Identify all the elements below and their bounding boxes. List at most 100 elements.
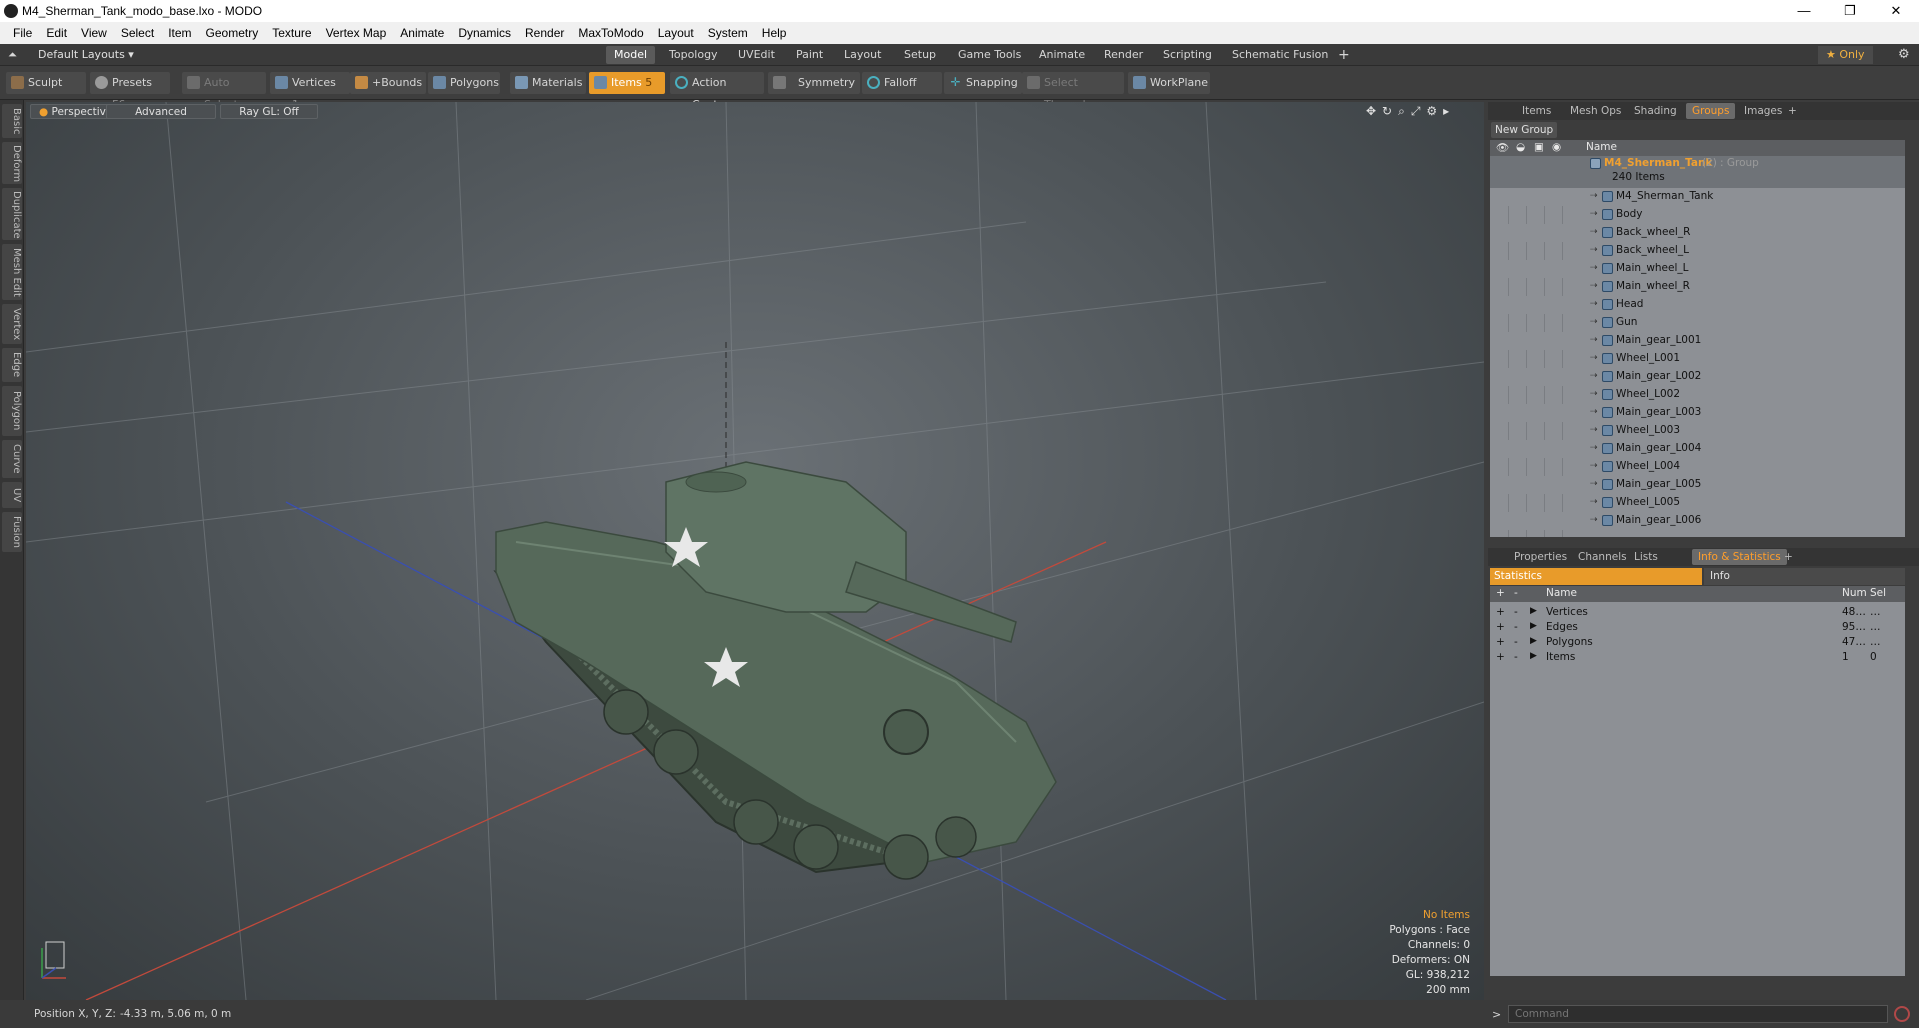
snapping-button[interactable]: ✛ Snapping: [944, 72, 1022, 94]
menu-view[interactable]: View: [74, 26, 114, 40]
list-item[interactable]: ⇢ Main_gear_L004: [1490, 440, 1905, 458]
tab-edge[interactable]: Edge: [2, 348, 22, 382]
list-item[interactable]: ⇢ Wheel_L004: [1490, 458, 1905, 476]
tab-deform[interactable]: Deform: [2, 142, 22, 184]
menu-geometry[interactable]: Geometry: [199, 26, 266, 40]
list-item[interactable]: ⇢ Main_gear_L005: [1490, 476, 1905, 494]
add-panel-tab-button[interactable]: +: [1782, 103, 1803, 119]
auto-select-button[interactable]: Auto Select: [182, 72, 266, 111]
row-minus-button[interactable]: -: [1514, 651, 1518, 663]
tab-lists[interactable]: Lists: [1628, 549, 1664, 565]
sculpt-button[interactable]: Sculpt: [6, 72, 86, 94]
vertices-button[interactable]: Vertices 1: [270, 72, 350, 111]
bounds-button[interactable]: +Bounds: [350, 72, 426, 94]
row-expand-icon[interactable]: ▶: [1530, 636, 1537, 646]
items-button[interactable]: Items 5: [589, 72, 665, 94]
row-expand-icon[interactable]: ▶: [1530, 606, 1537, 616]
tab-vertex[interactable]: Vertex: [2, 304, 22, 344]
menu-texture[interactable]: Texture: [265, 26, 318, 40]
menu-file[interactable]: File: [6, 26, 39, 40]
tab-game-tools[interactable]: Game Tools: [950, 46, 1029, 64]
menu-maxtomodo[interactable]: MaxToModo: [571, 26, 650, 40]
viewport-nav-icons[interactable]: ✥↻⌕⤢⚙▸: [1366, 104, 1455, 119]
select-through-button[interactable]: Select Through: [1022, 72, 1124, 111]
tab-mesh-edit[interactable]: Mesh Edit: [2, 244, 22, 300]
list-item[interactable]: ⇢ Wheel_L005: [1490, 494, 1905, 512]
3d-viewport[interactable]: ● Perspective Advanced Ray GL: Off ✥↻⌕⤢⚙…: [26, 102, 1484, 1000]
tab-duplicate[interactable]: Duplicate: [2, 188, 22, 240]
menu-dynamics[interactable]: Dynamics: [451, 26, 518, 40]
list-item[interactable]: ⇢ Main_wheel_R: [1490, 278, 1905, 296]
table-row[interactable]: + - ▶ Items 1 0: [1490, 649, 1905, 667]
row-plus-button[interactable]: +: [1496, 636, 1505, 648]
menu-layout[interactable]: Layout: [651, 26, 701, 40]
list-item[interactable]: ⇢ Main_gear_L003: [1490, 404, 1905, 422]
info-subtab[interactable]: Info: [1704, 568, 1905, 585]
command-input[interactable]: [1508, 1005, 1888, 1023]
tab-images[interactable]: Images: [1738, 103, 1788, 119]
row-plus-button[interactable]: +: [1496, 651, 1505, 663]
list-item[interactable]: ⇢ Wheel_L001: [1490, 350, 1905, 368]
row-minus-button[interactable]: -: [1514, 606, 1518, 618]
gear-icon[interactable]: ⚙: [1890, 46, 1918, 64]
falloff-button[interactable]: Falloff: [862, 72, 942, 94]
menu-select[interactable]: Select: [114, 26, 161, 40]
list-item[interactable]: ⇢ Gun: [1490, 314, 1905, 332]
tab-curve[interactable]: Curve: [2, 440, 22, 478]
menu-help[interactable]: Help: [755, 26, 794, 40]
menu-render[interactable]: Render: [518, 26, 571, 40]
tab-schematic-fusion[interactable]: Schematic Fusion: [1224, 46, 1336, 64]
menu-edit[interactable]: Edit: [39, 26, 74, 40]
list-item[interactable]: ⇢ Body: [1490, 206, 1905, 224]
add-props-tab-button[interactable]: +: [1778, 549, 1799, 565]
only-toggle[interactable]: ★ Only: [1818, 46, 1873, 64]
tab-animate[interactable]: Animate: [1031, 46, 1093, 64]
list-item[interactable]: ⇢ Head: [1490, 296, 1905, 314]
tab-render[interactable]: Render: [1096, 46, 1151, 64]
symmetry-button[interactable]: Symmetry: [768, 72, 860, 94]
polygons-button[interactable]: Polygons: [428, 72, 500, 94]
row-minus-button[interactable]: -: [1514, 621, 1518, 633]
tab-groups[interactable]: Groups: [1686, 103, 1736, 119]
list-item[interactable]: ⇢ Main_gear_L001: [1490, 332, 1905, 350]
list-item[interactable]: ⇢ Wheel_L002: [1490, 386, 1905, 404]
row-expand-icon[interactable]: ▶: [1530, 651, 1537, 661]
render-column-icon[interactable]: ◒: [1516, 141, 1525, 153]
tab-uvedit[interactable]: UVEdit: [730, 46, 783, 64]
tab-basic[interactable]: Basic: [2, 104, 22, 138]
collapse-all-button[interactable]: -: [1514, 587, 1518, 599]
tab-items[interactable]: Items: [1516, 103, 1557, 119]
tab-properties[interactable]: Properties: [1508, 549, 1573, 565]
tab-model[interactable]: Model: [606, 46, 656, 64]
name-column-header[interactable]: Name: [1586, 141, 1617, 153]
layout-collapse-icon[interactable]: ⏶: [8, 48, 17, 62]
layout-dropdown[interactable]: Default Layouts ▾: [38, 48, 134, 61]
tab-scripting[interactable]: Scripting: [1155, 46, 1220, 64]
list-item[interactable]: ⇢ M4_Sherman_Tank: [1490, 188, 1905, 206]
add-tab-button[interactable]: +: [1330, 46, 1358, 64]
tab-paint[interactable]: Paint: [788, 46, 831, 64]
new-group-button[interactable]: New Group: [1491, 122, 1558, 138]
statistics-subtab[interactable]: Statistics: [1490, 568, 1702, 585]
tab-shading[interactable]: Shading: [1628, 103, 1683, 119]
tab-fusion[interactable]: Fusion: [2, 512, 22, 552]
presets-button[interactable]: Presets F6: [90, 72, 170, 111]
list-item[interactable]: ⇢ Back_wheel_L: [1490, 242, 1905, 260]
materials-button[interactable]: Materials: [510, 72, 586, 94]
maximize-button[interactable]: ❐: [1827, 0, 1873, 22]
advanced-dropdown[interactable]: Advanced: [106, 104, 216, 119]
row-plus-button[interactable]: +: [1496, 621, 1505, 633]
workplane-button[interactable]: WorkPlane: [1128, 72, 1210, 94]
menu-animate[interactable]: Animate: [393, 26, 451, 40]
visibility-column-icon[interactable]: 👁: [1496, 141, 1509, 154]
select-column-icon[interactable]: ◉: [1552, 141, 1561, 153]
list-item[interactable]: ⇢ Main_gear_L006: [1490, 512, 1905, 530]
close-button[interactable]: ✕: [1873, 0, 1919, 22]
action-center-button[interactable]: Action Center: [670, 72, 764, 111]
tab-layout[interactable]: Layout: [836, 46, 889, 64]
menu-system[interactable]: System: [701, 26, 755, 40]
tab-topology[interactable]: Topology: [661, 46, 726, 64]
menu-item[interactable]: Item: [161, 26, 198, 40]
tab-channels[interactable]: Channels: [1572, 549, 1633, 565]
lock-column-icon[interactable]: ▣: [1534, 141, 1544, 153]
